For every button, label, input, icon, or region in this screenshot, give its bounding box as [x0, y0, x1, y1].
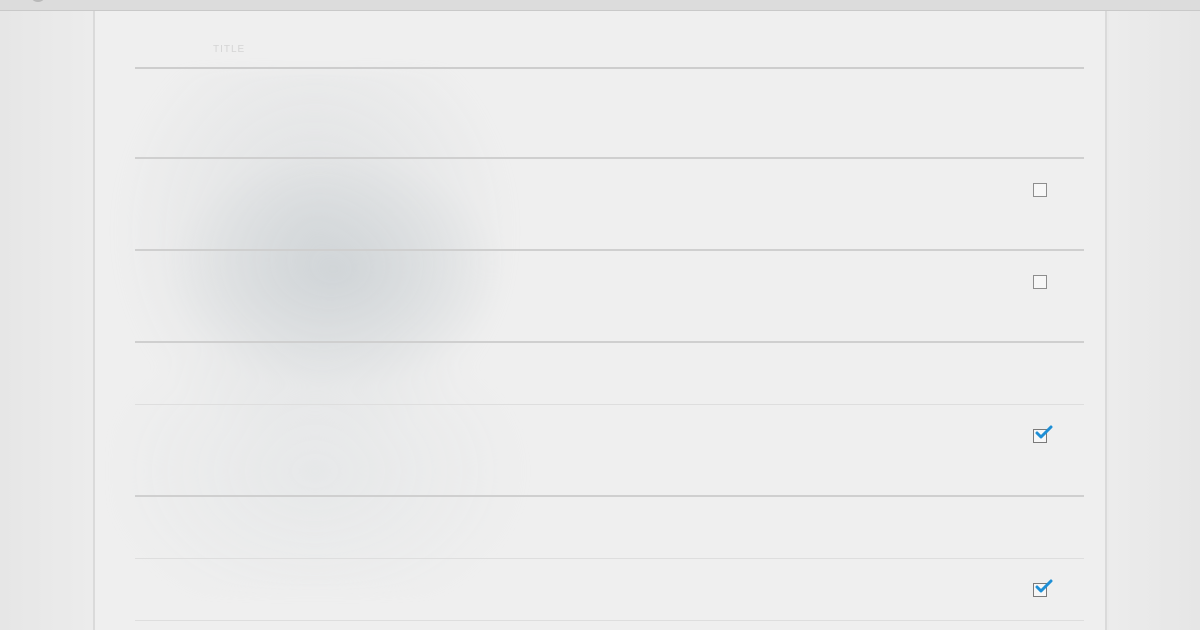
settings-row-6 — [135, 497, 1084, 559]
row-7-checkbox[interactable] — [1033, 579, 1053, 597]
settings-panel: TITLE — [93, 11, 1107, 630]
checkmark-icon — [1035, 579, 1053, 593]
left-margin — [0, 11, 93, 630]
settings-row-1 — [135, 67, 1084, 159]
settings-list — [135, 67, 1084, 621]
window-corner-decoration — [30, 0, 46, 2]
settings-row-5 — [135, 405, 1084, 497]
right-margin — [1109, 11, 1200, 630]
row-3-checkbox[interactable] — [1033, 275, 1047, 289]
settings-row-7 — [135, 559, 1084, 621]
settings-row-2 — [135, 159, 1084, 251]
settings-row-3 — [135, 251, 1084, 343]
row-2-checkbox[interactable] — [1033, 183, 1047, 197]
settings-row-4 — [135, 343, 1084, 405]
top-toolbar-strip — [0, 0, 1200, 11]
row-5-checkbox[interactable] — [1033, 425, 1053, 443]
panel-title: TITLE — [213, 44, 246, 55]
checkmark-icon — [1035, 425, 1053, 439]
panel-header: TITLE — [135, 11, 1084, 69]
